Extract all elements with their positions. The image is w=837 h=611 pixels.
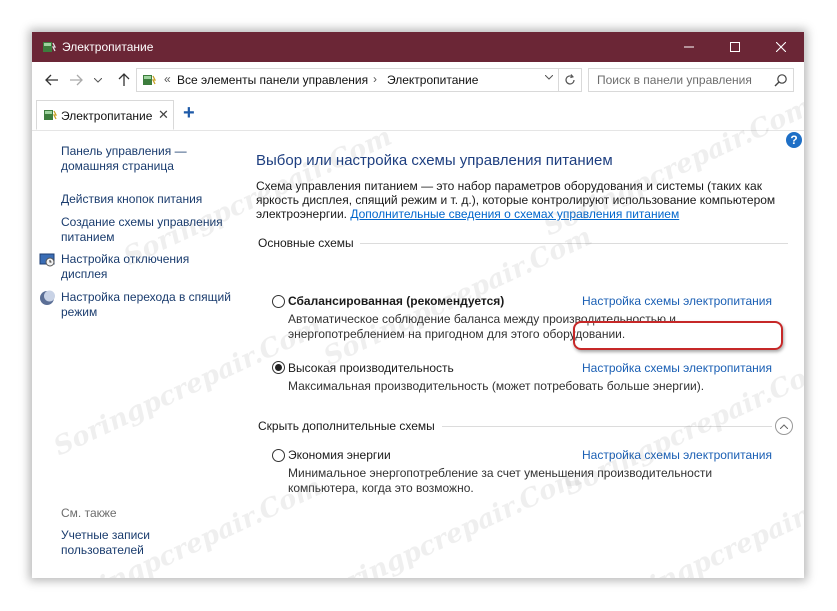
section-divider bbox=[360, 243, 788, 244]
plan-settings-link-high-performance[interactable]: Настройка схемы электропитания bbox=[582, 361, 772, 375]
search-input[interactable] bbox=[589, 69, 775, 91]
sidebar-link-sleep[interactable]: Настройка перехода в спящий режим bbox=[61, 290, 231, 320]
up-button[interactable] bbox=[114, 70, 134, 90]
highlight-annotation bbox=[573, 321, 783, 350]
arrow-up-icon bbox=[118, 73, 130, 86]
sidebar-link-user-accounts[interactable]: Учетные записи пользователей bbox=[61, 528, 171, 558]
title-bar[interactable]: Электропитание bbox=[32, 32, 804, 62]
sidebar: Панель управления — домашняя страница Де… bbox=[32, 132, 242, 578]
plan-settings-link-power-saver[interactable]: Настройка схемы электропитания bbox=[582, 448, 772, 462]
close-icon bbox=[776, 42, 786, 52]
hidden-plans-label[interactable]: Скрыть дополнительные схемы bbox=[258, 419, 435, 433]
new-tab-button[interactable]: + bbox=[183, 102, 195, 125]
chevron-up-icon bbox=[780, 423, 788, 429]
window-title: Электропитание bbox=[62, 40, 154, 54]
plan-name-balanced[interactable]: Сбалансированная (рекомендуется) bbox=[288, 294, 504, 308]
sidebar-link-display-off[interactable]: Настройка отключения дисплея bbox=[61, 252, 231, 282]
control-panel-window: Электропитание « Все элементы панели упр… bbox=[32, 32, 804, 578]
refresh-icon bbox=[565, 74, 575, 85]
sidebar-link-home[interactable]: Панель управления — домашняя страница bbox=[61, 144, 231, 174]
search-icon[interactable] bbox=[774, 73, 788, 87]
chevron-down-icon bbox=[544, 74, 554, 80]
arrow-left-icon bbox=[45, 74, 58, 86]
radio-balanced[interactable] bbox=[272, 295, 285, 308]
chevron-down-icon bbox=[94, 77, 102, 83]
sleep-moon-icon bbox=[40, 290, 55, 305]
primary-plans-label: Основные схемы bbox=[258, 236, 354, 250]
breadcrumb-all-items[interactable]: Все элементы панели управления bbox=[177, 73, 368, 87]
sidebar-link-power-buttons[interactable]: Действия кнопок питания bbox=[61, 192, 231, 207]
section-divider bbox=[442, 426, 772, 427]
address-box[interactable]: « Все элементы панели управления › Элект… bbox=[136, 68, 582, 92]
refresh-button[interactable] bbox=[558, 69, 581, 91]
tab-bar: Электропитание ✕ + bbox=[32, 98, 804, 131]
maximize-button[interactable] bbox=[712, 32, 758, 62]
tab-close-icon[interactable]: ✕ bbox=[158, 107, 169, 123]
plan-settings-link-balanced[interactable]: Настройка схемы электропитания bbox=[582, 294, 772, 308]
forward-button[interactable] bbox=[66, 70, 86, 90]
page-title: Выбор или настройка схемы управления пит… bbox=[256, 152, 613, 169]
power-options-icon bbox=[143, 75, 157, 85]
breadcrumb-separator-icon[interactable]: › bbox=[373, 72, 377, 86]
tab-label: Электропитание bbox=[61, 109, 153, 123]
description-link[interactable]: Дополнительные сведения о схемах управле… bbox=[350, 207, 679, 221]
plan-name-high-performance[interactable]: Высокая производительность bbox=[288, 361, 454, 375]
plan-name-power-saver[interactable]: Экономия энергии bbox=[288, 448, 391, 462]
main-content: Выбор или настройка схемы управления пит… bbox=[256, 132, 796, 578]
plan-description-power-saver: Минимальное энергопотребление за счет ум… bbox=[288, 466, 713, 495]
tab-power-options[interactable]: Электропитание ✕ bbox=[36, 100, 174, 130]
address-dropdown-button[interactable] bbox=[544, 72, 554, 83]
collapse-toggle[interactable] bbox=[775, 417, 793, 435]
see-also-label: См. также bbox=[61, 506, 117, 520]
recent-locations-button[interactable] bbox=[92, 70, 104, 90]
minimize-icon bbox=[684, 46, 694, 48]
address-bar-row: « Все элементы панели управления › Элект… bbox=[32, 62, 804, 98]
power-options-icon bbox=[44, 110, 58, 120]
close-button[interactable] bbox=[758, 32, 804, 62]
back-button[interactable] bbox=[42, 70, 62, 90]
page-description: Схема управления питанием — это набор па… bbox=[256, 179, 776, 221]
arrow-right-icon bbox=[70, 74, 83, 86]
power-options-icon bbox=[43, 42, 57, 52]
radio-power-saver[interactable] bbox=[272, 449, 285, 462]
minimize-button[interactable] bbox=[666, 32, 712, 62]
sidebar-link-create-plan[interactable]: Создание схемы управления питанием bbox=[61, 215, 231, 245]
breadcrumb-overflow[interactable]: « bbox=[164, 72, 171, 86]
maximize-icon bbox=[730, 42, 740, 52]
radio-high-performance[interactable] bbox=[272, 361, 285, 374]
display-clock-icon bbox=[39, 253, 55, 267]
search-box[interactable] bbox=[588, 68, 794, 92]
plan-description-high-performance: Максимальная производительность (может п… bbox=[288, 379, 705, 393]
breadcrumb-power-options[interactable]: Электропитание bbox=[387, 73, 478, 87]
